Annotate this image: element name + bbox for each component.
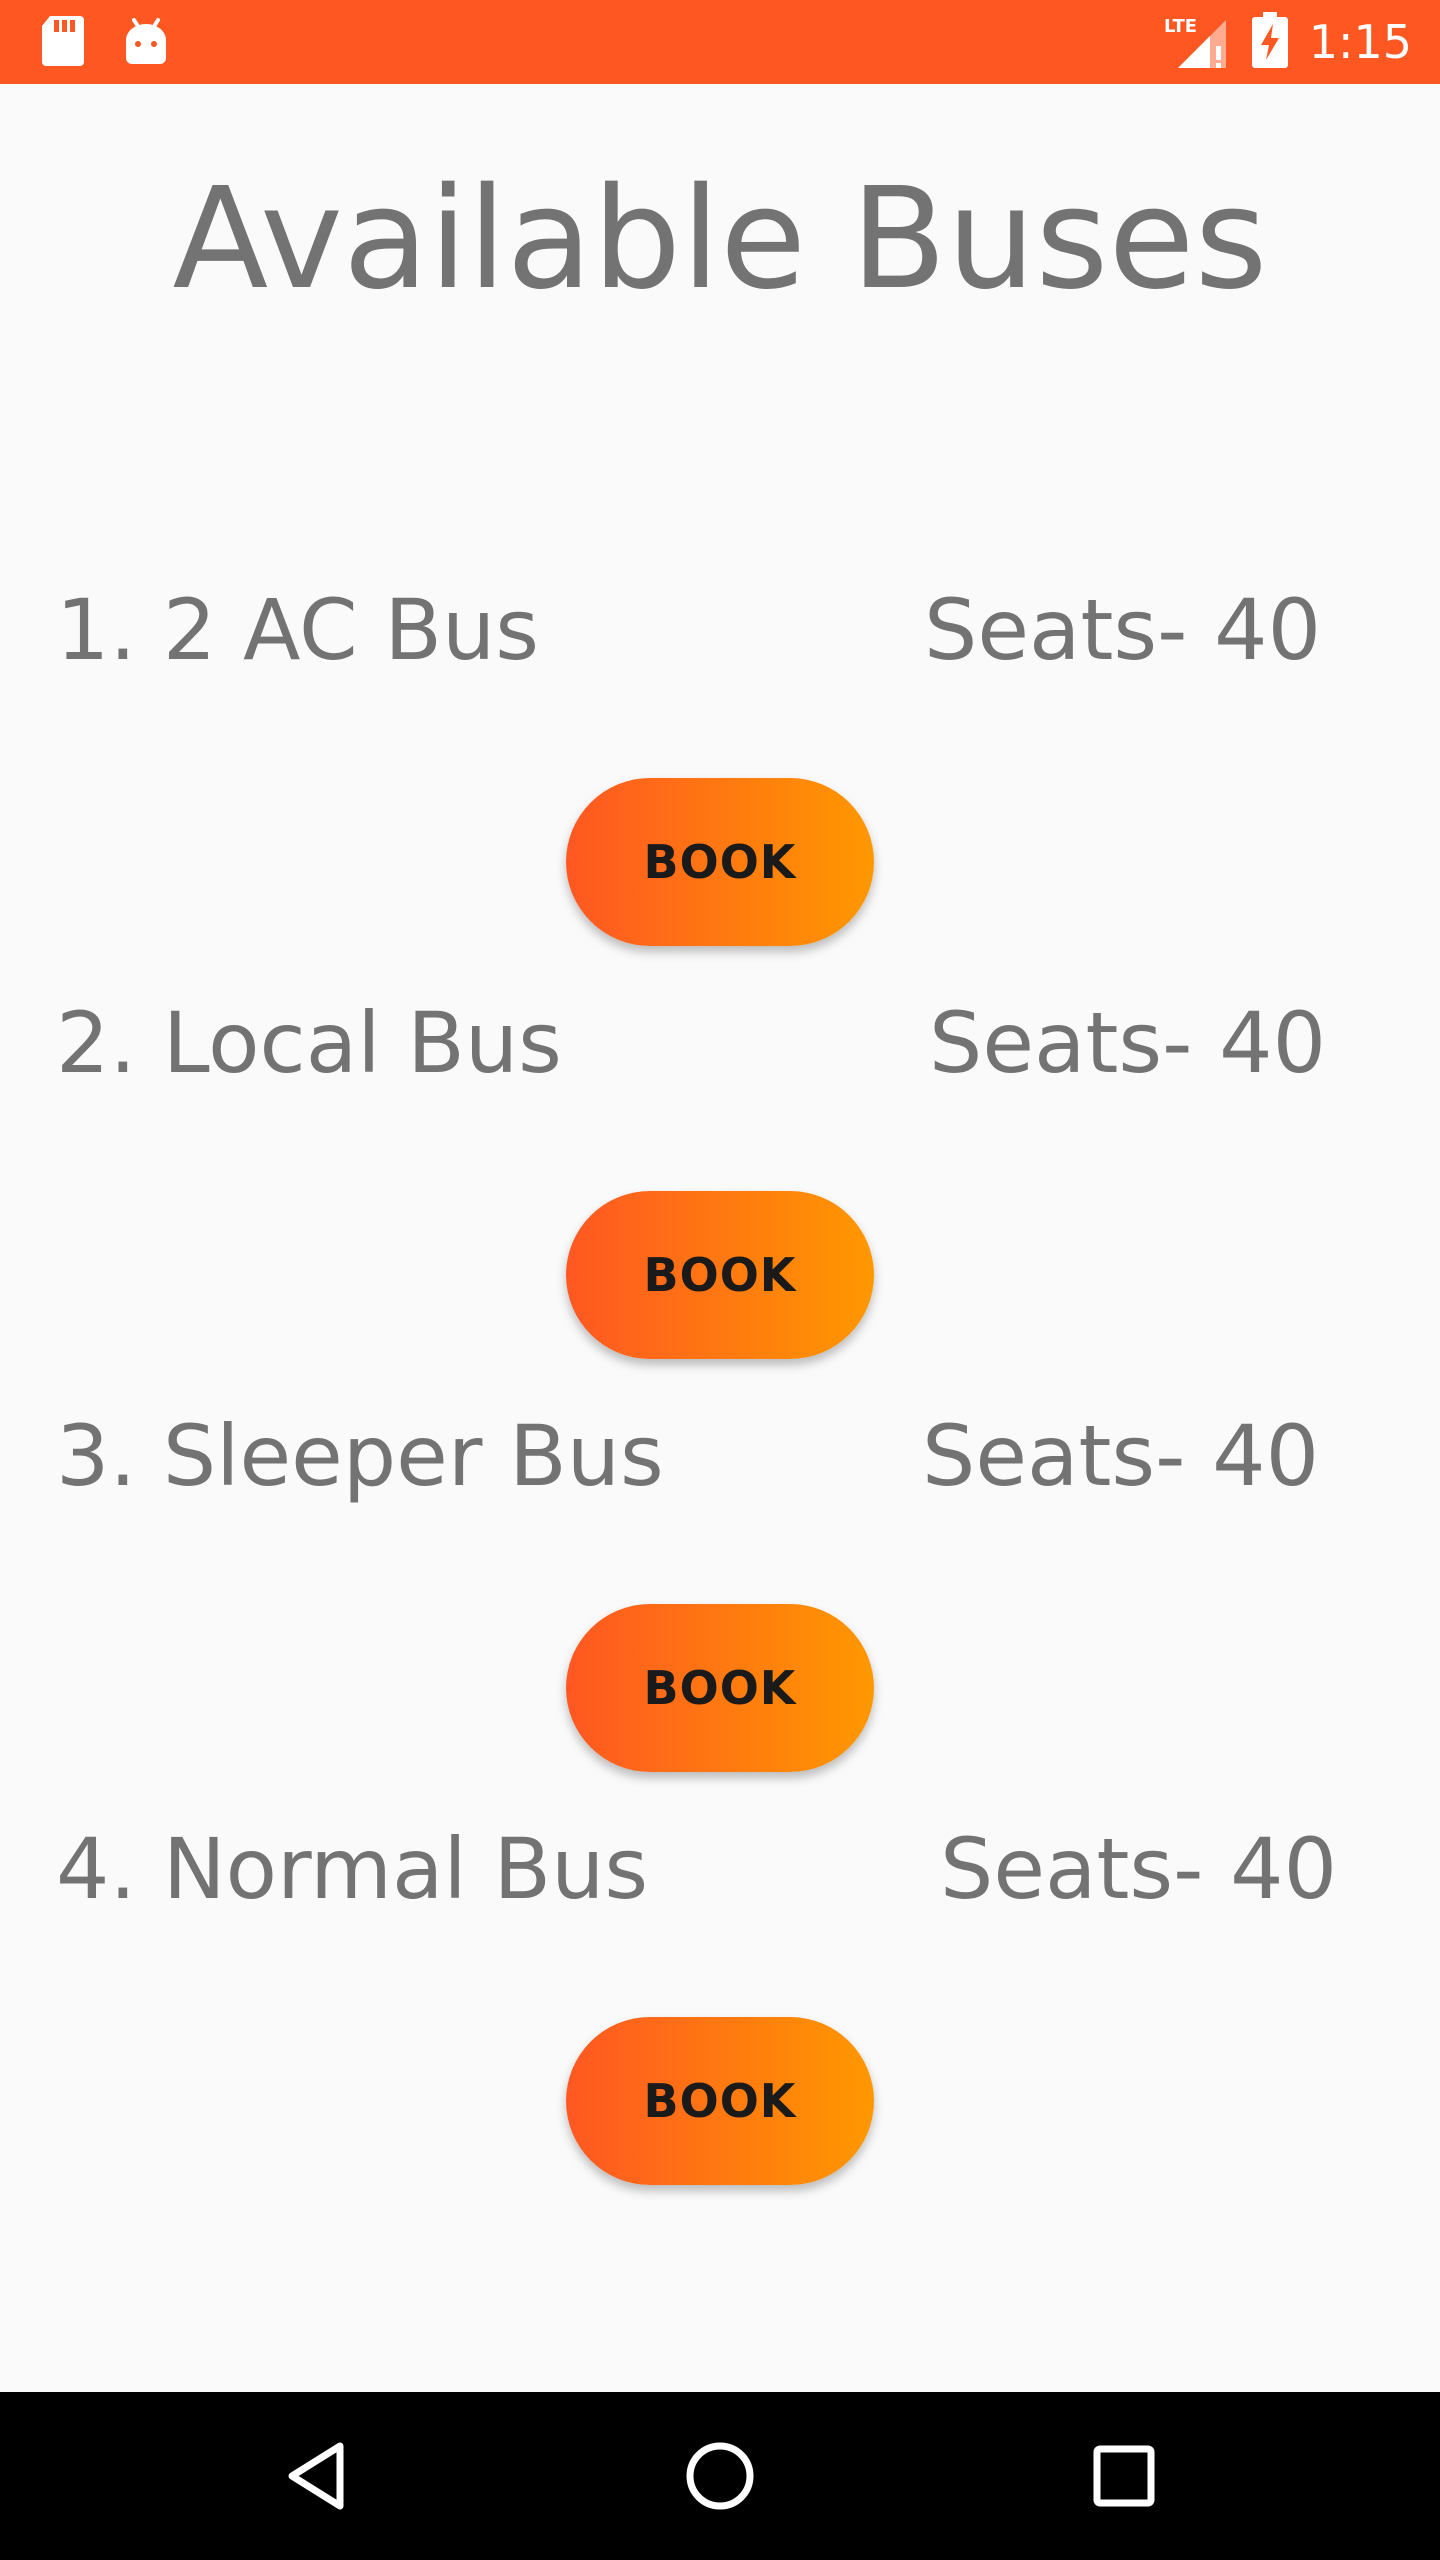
page-title: Available Buses (172, 158, 1268, 321)
book-button[interactable]: BOOK (566, 778, 874, 946)
back-icon[interactable] (232, 2392, 400, 2560)
signal-icon: LTE (1164, 12, 1228, 74)
sd-card-icon (40, 14, 84, 72)
screen: LTE 1:15 Available Buses 1. 2 AC Bus Sea… (0, 0, 1440, 2560)
recents-icon[interactable] (1040, 2392, 1208, 2560)
navigation-bar (0, 2392, 1440, 2560)
bus-name: 1. 2 AC Bus (56, 581, 539, 679)
bus-name: 4. Normal Bus (56, 1820, 649, 1918)
bus-seats: Seats- 40 (924, 581, 1322, 679)
status-bar: LTE 1:15 (0, 0, 1440, 84)
book-button[interactable]: BOOK (566, 1191, 874, 1359)
bus-name: 3. Sleeper Bus (56, 1407, 664, 1505)
book-button[interactable]: BOOK (566, 2017, 874, 2185)
bus-name: 2. Local Bus (56, 994, 562, 1092)
svg-text:LTE: LTE (1164, 16, 1197, 37)
status-time: 1:15 (1308, 15, 1412, 69)
bus-seats: Seats- 40 (929, 994, 1327, 1092)
book-button[interactable]: BOOK (566, 1604, 874, 1772)
home-icon[interactable] (636, 2392, 804, 2560)
android-icon (124, 14, 168, 72)
bus-seats: Seats- 40 (940, 1820, 1338, 1918)
bus-seats: Seats- 40 (922, 1407, 1320, 1505)
battery-charging-icon (1252, 12, 1288, 72)
